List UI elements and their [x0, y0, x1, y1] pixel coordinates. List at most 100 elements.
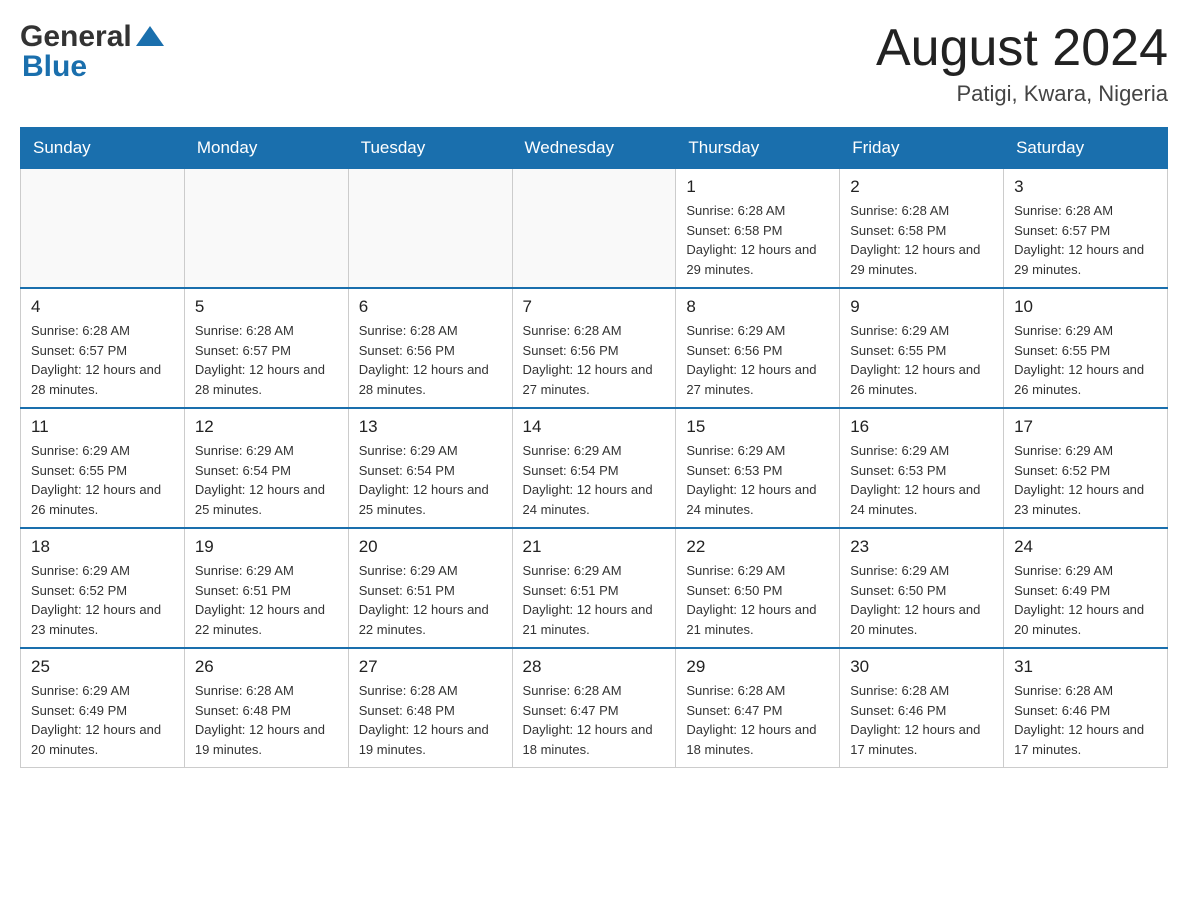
day-info: Sunrise: 6:29 AMSunset: 6:49 PMDaylight:…: [31, 681, 174, 759]
day-number: 30: [850, 657, 993, 677]
day-info: Sunrise: 6:28 AMSunset: 6:48 PMDaylight:…: [359, 681, 502, 759]
table-row: 26 Sunrise: 6:28 AMSunset: 6:48 PMDayligh…: [184, 648, 348, 768]
col-sunday: Sunday: [21, 128, 185, 169]
logo: General Blue: [20, 20, 164, 84]
day-number: 28: [523, 657, 666, 677]
logo-triangle-right-icon: [150, 26, 164, 46]
table-row: 31Sunrise: 6:28 AMSunset: 6:46 PMDayligh…: [1004, 648, 1168, 768]
table-row: 19 Sunrise: 6:29 AMSunset: 6:51 PMDayligh…: [184, 528, 348, 648]
table-row: [512, 169, 676, 289]
page-header: General Blue August 2024 Patigi, Kwara, …: [20, 20, 1168, 107]
calendar-header-row: Sunday Monday Tuesday Wednesday Thursday…: [21, 128, 1168, 169]
day-info: Sunrise: 6:28 AMSunset: 6:57 PMDaylight:…: [31, 321, 174, 399]
day-info: Sunrise: 6:29 AMSunset: 6:51 PMDaylight:…: [195, 561, 338, 639]
calendar-table: Sunday Monday Tuesday Wednesday Thursday…: [20, 127, 1168, 768]
day-number: 11: [31, 417, 174, 437]
col-monday: Monday: [184, 128, 348, 169]
table-row: 28Sunrise: 6:28 AMSunset: 6:47 PMDayligh…: [512, 648, 676, 768]
day-number: 29: [686, 657, 829, 677]
day-number: 7: [523, 297, 666, 317]
day-info: Sunrise: 6:29 AMSunset: 6:52 PMDaylight:…: [31, 561, 174, 639]
day-info: Sunrise: 6:28 AMSunset: 6:57 PMDaylight:…: [1014, 201, 1157, 279]
table-row: 7Sunrise: 6:28 AMSunset: 6:56 PMDaylight…: [512, 288, 676, 408]
day-info: Sunrise: 6:29 AMSunset: 6:54 PMDaylight:…: [195, 441, 338, 519]
day-number: 10: [1014, 297, 1157, 317]
day-info: Sunrise: 6:29 AMSunset: 6:51 PMDaylight:…: [359, 561, 502, 639]
table-row: 2Sunrise: 6:28 AMSunset: 6:58 PMDaylight…: [840, 169, 1004, 289]
table-row: 18 Sunrise: 6:29 AMSunset: 6:52 PMDayligh…: [21, 528, 185, 648]
day-info: Sunrise: 6:29 AMSunset: 6:52 PMDaylight:…: [1014, 441, 1157, 519]
day-number: 1: [686, 177, 829, 197]
day-number: 19: [195, 537, 338, 557]
col-thursday: Thursday: [676, 128, 840, 169]
day-number: 3: [1014, 177, 1157, 197]
day-number: 8: [686, 297, 829, 317]
table-row: 17 Sunrise: 6:29 AMSunset: 6:52 PMDayligh…: [1004, 408, 1168, 528]
day-number: 2: [850, 177, 993, 197]
calendar-week-row: 4 Sunrise: 6:28 AMSunset: 6:57 PMDaylight…: [21, 288, 1168, 408]
table-row: 14Sunrise: 6:29 AMSunset: 6:54 PMDayligh…: [512, 408, 676, 528]
day-info: Sunrise: 6:29 AMSunset: 6:51 PMDaylight:…: [523, 561, 666, 639]
day-number: 25: [31, 657, 174, 677]
calendar-week-row: 1 Sunrise: 6:28 AMSunset: 6:58 PMDaylight…: [21, 169, 1168, 289]
col-wednesday: Wednesday: [512, 128, 676, 169]
day-info: Sunrise: 6:29 AMSunset: 6:49 PMDaylight:…: [1014, 561, 1157, 639]
day-number: 12: [195, 417, 338, 437]
day-info: Sunrise: 6:28 AMSunset: 6:46 PMDaylight:…: [1014, 681, 1157, 759]
table-row: 13 Sunrise: 6:29 AMSunset: 6:54 PMDayligh…: [348, 408, 512, 528]
calendar-week-row: 25 Sunrise: 6:29 AMSunset: 6:49 PMDayligh…: [21, 648, 1168, 768]
day-number: 18: [31, 537, 174, 557]
col-saturday: Saturday: [1004, 128, 1168, 169]
table-row: 8 Sunrise: 6:29 AMSunset: 6:56 PMDaylight…: [676, 288, 840, 408]
day-number: 15: [686, 417, 829, 437]
day-number: 4: [31, 297, 174, 317]
day-number: 6: [359, 297, 502, 317]
day-number: 21: [523, 537, 666, 557]
table-row: [184, 169, 348, 289]
table-row: 3 Sunrise: 6:28 AMSunset: 6:57 PMDaylight…: [1004, 169, 1168, 289]
table-row: 6 Sunrise: 6:28 AMSunset: 6:56 PMDaylight…: [348, 288, 512, 408]
calendar-week-row: 11 Sunrise: 6:29 AMSunset: 6:55 PMDayligh…: [21, 408, 1168, 528]
table-row: 15 Sunrise: 6:29 AMSunset: 6:53 PMDayligh…: [676, 408, 840, 528]
day-number: 22: [686, 537, 829, 557]
table-row: 27Sunrise: 6:28 AMSunset: 6:48 PMDayligh…: [348, 648, 512, 768]
day-number: 9: [850, 297, 993, 317]
table-row: 29 Sunrise: 6:28 AMSunset: 6:47 PMDayligh…: [676, 648, 840, 768]
day-number: 26: [195, 657, 338, 677]
day-info: Sunrise: 6:29 AMSunset: 6:53 PMDaylight:…: [686, 441, 829, 519]
day-info: Sunrise: 6:28 AMSunset: 6:47 PMDaylight:…: [686, 681, 829, 759]
table-row: 4 Sunrise: 6:28 AMSunset: 6:57 PMDaylight…: [21, 288, 185, 408]
day-number: 5: [195, 297, 338, 317]
table-row: 22 Sunrise: 6:29 AMSunset: 6:50 PMDayligh…: [676, 528, 840, 648]
day-number: 20: [359, 537, 502, 557]
day-info: Sunrise: 6:29 AMSunset: 6:55 PMDaylight:…: [850, 321, 993, 399]
day-info: Sunrise: 6:29 AMSunset: 6:54 PMDaylight:…: [359, 441, 502, 519]
table-row: [348, 169, 512, 289]
day-info: Sunrise: 6:28 AMSunset: 6:56 PMDaylight:…: [359, 321, 502, 399]
table-row: 24 Sunrise: 6:29 AMSunset: 6:49 PMDayligh…: [1004, 528, 1168, 648]
day-info: Sunrise: 6:28 AMSunset: 6:48 PMDaylight:…: [195, 681, 338, 759]
day-info: Sunrise: 6:29 AMSunset: 6:55 PMDaylight:…: [1014, 321, 1157, 399]
day-info: Sunrise: 6:29 AMSunset: 6:55 PMDaylight:…: [31, 441, 174, 519]
logo-triangle-left-icon: [136, 26, 150, 46]
day-info: Sunrise: 6:28 AMSunset: 6:58 PMDaylight:…: [686, 201, 829, 279]
calendar-week-row: 18 Sunrise: 6:29 AMSunset: 6:52 PMDayligh…: [21, 528, 1168, 648]
day-info: Sunrise: 6:28 AMSunset: 6:57 PMDaylight:…: [195, 321, 338, 399]
col-friday: Friday: [840, 128, 1004, 169]
day-number: 23: [850, 537, 993, 557]
table-row: 20 Sunrise: 6:29 AMSunset: 6:51 PMDayligh…: [348, 528, 512, 648]
table-row: 25 Sunrise: 6:29 AMSunset: 6:49 PMDayligh…: [21, 648, 185, 768]
table-row: 10 Sunrise: 6:29 AMSunset: 6:55 PMDayligh…: [1004, 288, 1168, 408]
table-row: 1 Sunrise: 6:28 AMSunset: 6:58 PMDaylight…: [676, 169, 840, 289]
day-info: Sunrise: 6:29 AMSunset: 6:56 PMDaylight:…: [686, 321, 829, 399]
table-row: 23Sunrise: 6:29 AMSunset: 6:50 PMDayligh…: [840, 528, 1004, 648]
day-number: 24: [1014, 537, 1157, 557]
logo-blue-text: Blue: [22, 50, 87, 84]
day-number: 17: [1014, 417, 1157, 437]
day-info: Sunrise: 6:29 AMSunset: 6:53 PMDaylight:…: [850, 441, 993, 519]
table-row: 16Sunrise: 6:29 AMSunset: 6:53 PMDayligh…: [840, 408, 1004, 528]
month-year-title: August 2024: [876, 20, 1168, 77]
day-number: 13: [359, 417, 502, 437]
day-info: Sunrise: 6:29 AMSunset: 6:50 PMDaylight:…: [686, 561, 829, 639]
table-row: [21, 169, 185, 289]
